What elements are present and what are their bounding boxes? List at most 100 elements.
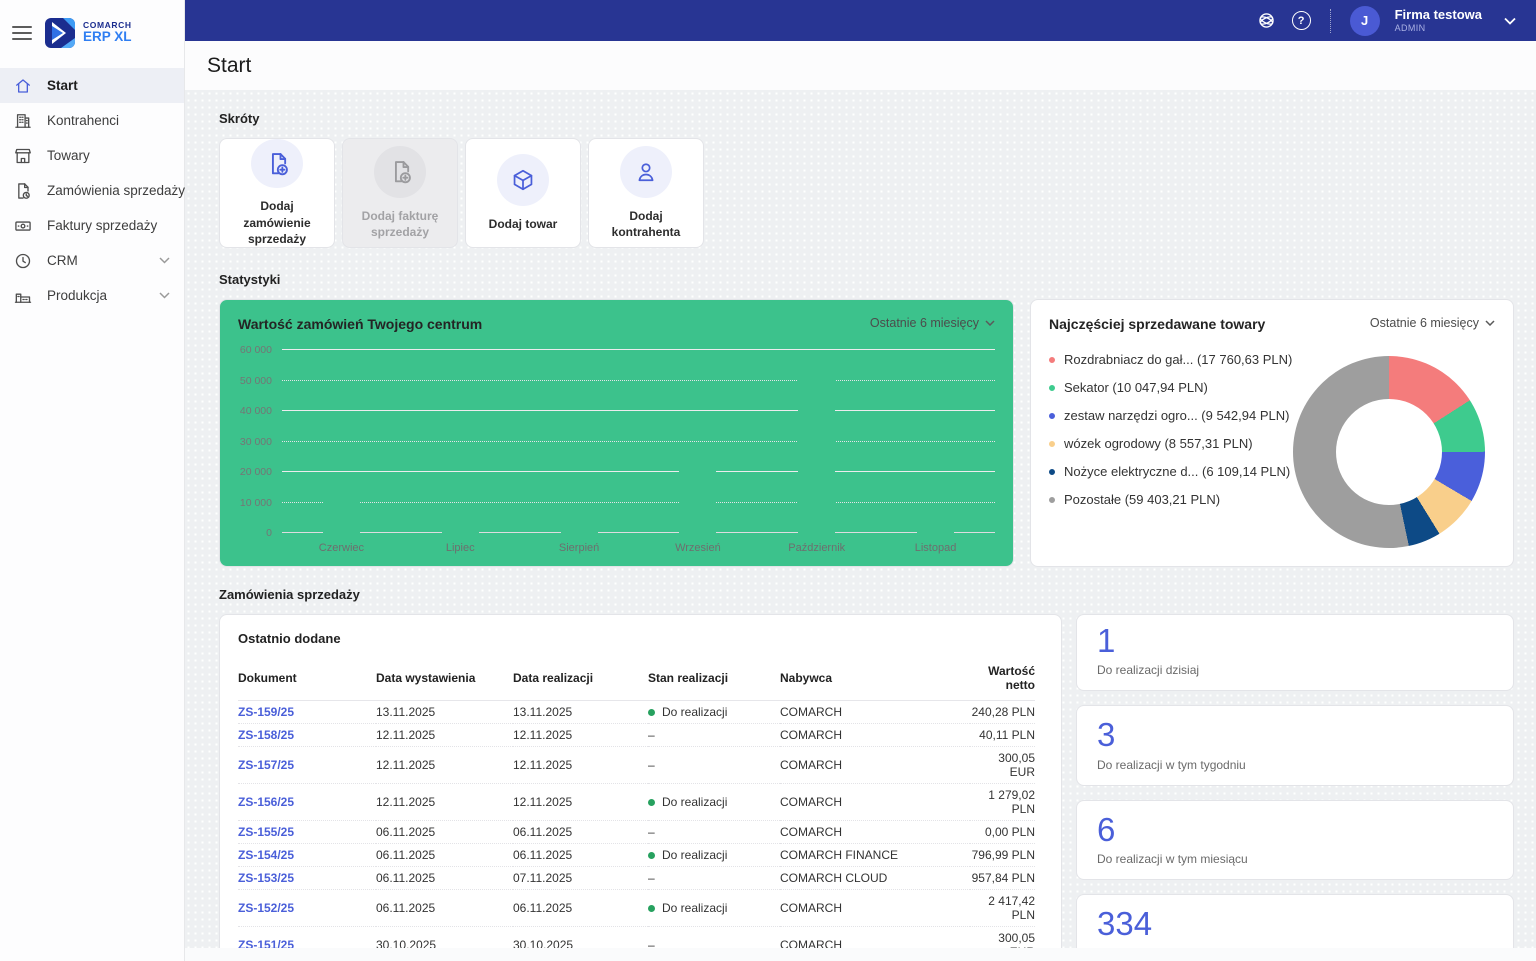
sidebar-item-crm[interactable]: CRM [0, 243, 184, 278]
document-link[interactable]: ZS-152/25 [238, 901, 294, 915]
sidebar-item-label: Kontrahenci [47, 113, 119, 128]
period-label: Ostatnie 6 miesięcy [1370, 316, 1479, 330]
stat-value: 1 [1097, 620, 1493, 661]
document-link[interactable]: ZS-155/25 [238, 825, 294, 839]
x-tick-label: Wrzesień [638, 542, 757, 554]
issue-date: 06.11.2025 [376, 890, 513, 927]
donut-hole [1336, 399, 1442, 505]
topbar: ? J Firma testowa ADMIN [185, 0, 1536, 41]
sidebar-nav: Start Kontrahenci Towary Zamówienia sprzeda… [0, 68, 184, 313]
period-label: Ostatnie 6 miesięcy [870, 316, 979, 330]
realization-date: 06.11.2025 [513, 890, 648, 927]
buyer: COMARCH [780, 784, 970, 821]
legend-item: Nożyce elektryczne d... (6 109,14 PLN) [1049, 464, 1293, 479]
legend-ring-icon [1049, 385, 1055, 391]
table-row: ZS-154/2506.11.202506.11.2025Do realizac… [238, 844, 1035, 867]
help-icon[interactable]: ? [1292, 11, 1311, 30]
sidebar-item-label: CRM [47, 253, 78, 268]
issue-date: 06.11.2025 [376, 867, 513, 890]
net-value: 300,05 EUR [970, 747, 1035, 784]
recent-orders-card: Ostatnio dodane DokumentData wystawienia… [219, 614, 1062, 961]
avatar[interactable]: J [1350, 6, 1380, 36]
x-tick-label: Lipiec [401, 542, 520, 554]
net-value: 957,84 PLN [970, 867, 1035, 890]
sidebar-item-zam-wienia-sprzeda-y[interactable]: Zamówienia sprzedaży [0, 173, 184, 208]
issue-date: 13.11.2025 [376, 701, 513, 724]
sidebar-item-start[interactable]: Start [0, 68, 184, 103]
chevron-down-icon[interactable] [1504, 17, 1516, 25]
x-tick-label: Czerwiec [282, 542, 401, 554]
chevron-down-icon[interactable] [159, 257, 170, 264]
status-cell: – [648, 724, 780, 747]
document-link[interactable]: ZS-159/25 [238, 705, 294, 719]
net-value: 240,28 PLN [970, 701, 1035, 724]
bar-wrzesień [679, 459, 716, 533]
x-tick-label: Listopad [876, 542, 995, 554]
recent-orders-title: Ostatnio dodane [238, 631, 1035, 646]
sidebar-item-towary[interactable]: Towary [0, 138, 184, 173]
main-content: Skróty Dodaj zamówienie sprzedażyDodaj f… [185, 90, 1536, 961]
buyer: COMARCH [780, 724, 970, 747]
shortcut-dodaj-towar[interactable]: Dodaj towar [465, 138, 581, 248]
shortcut-dodaj-kontrahenta[interactable]: Dodaj kontrahenta [588, 138, 704, 248]
stat-card-do-realizacji-dzisiaj: 1 Do realizacji dzisiaj [1076, 614, 1514, 691]
sidebar-item-label: Faktury sprzedaży [47, 218, 157, 233]
sidebar-item-faktury-sprzeda-y[interactable]: Faktury sprzedaży [0, 208, 184, 243]
top-products-chart-card: Najczęściej sprzedawane towary Ostatnie … [1030, 299, 1514, 567]
sidebar-item-produkcja[interactable]: Produkcja [0, 278, 184, 313]
legend-label: Sekator (10 047,94 PLN) [1064, 380, 1208, 395]
legend-ring-icon [1049, 441, 1055, 447]
legend-ring-icon [1049, 413, 1055, 419]
stat-value: 334 [1097, 903, 1493, 944]
sidebar-item-label: Towary [47, 148, 90, 163]
status-label: Do realizacji [662, 705, 727, 719]
stat-label: Do realizacji dzisiaj [1097, 663, 1493, 677]
column-header: Data realizacji [513, 660, 648, 701]
document-link[interactable]: ZS-158/25 [238, 728, 294, 742]
y-tick-label: 20 000 [240, 466, 272, 478]
legend-label: Rozdrabniacz do gał... (17 760,63 PLN) [1064, 352, 1292, 367]
user-menu[interactable]: Firma testowa ADMIN [1395, 8, 1482, 33]
pie-chart-period-select[interactable]: Ostatnie 6 miesięcy [1370, 316, 1495, 330]
pie-chart-title: Najczęściej sprzedawane towary [1049, 316, 1265, 332]
apps-globe-icon[interactable] [1255, 9, 1279, 33]
table-row: ZS-158/2512.11.202512.11.2025–COMARCH40,… [238, 724, 1035, 747]
home-icon [13, 76, 33, 96]
column-header: Data wystawienia [376, 660, 513, 701]
net-value: 40,11 PLN [970, 724, 1035, 747]
y-tick-label: 30 000 [240, 436, 272, 448]
table-row: ZS-157/2512.11.202512.11.2025–COMARCH300… [238, 747, 1035, 784]
invoice-icon [13, 216, 33, 236]
document-link[interactable]: ZS-154/25 [238, 848, 294, 862]
bar-październik [798, 361, 835, 533]
legend-ring-icon [1049, 497, 1055, 503]
buyer: COMARCH [780, 701, 970, 724]
shortcut-dodaj-zamówienie-sprzedaży[interactable]: Dodaj zamówienie sprzedaży [219, 138, 335, 248]
chevron-down-icon[interactable] [159, 292, 170, 299]
user-role: ADMIN [1395, 23, 1482, 33]
document-plus-icon [374, 146, 426, 198]
bar-chart-period-select[interactable]: Ostatnie 6 miesięcy [870, 316, 995, 330]
legend-item: wózek ogrodowy (8 557,31 PLN) [1049, 436, 1293, 451]
legend-ring-icon [1049, 357, 1055, 363]
table-row: ZS-153/2506.11.202507.11.2025–COMARCH CL… [238, 867, 1035, 890]
sidebar-item-kontrahenci[interactable]: Kontrahenci [0, 103, 184, 138]
comarch-logo: COMARCH ERP XL [45, 18, 132, 48]
bar-chart-plot [282, 350, 995, 533]
brand-product: ERP XL [83, 30, 132, 44]
issue-date: 06.11.2025 [376, 844, 513, 867]
net-value: 2 417,42 PLN [970, 890, 1035, 927]
buyer: COMARCH FINANCE [780, 844, 970, 867]
realization-date: 13.11.2025 [513, 701, 648, 724]
table-row: ZS-152/2506.11.202506.11.2025Do realizac… [238, 890, 1035, 927]
issue-date: 12.11.2025 [376, 747, 513, 784]
production-icon [13, 286, 33, 306]
document-link[interactable]: ZS-157/25 [238, 758, 294, 772]
store-icon [13, 146, 33, 166]
section-orders-label: Zamówienia sprzedaży [219, 587, 1514, 602]
stat-label: Do realizacji w tym miesiącu [1097, 852, 1493, 866]
issue-date: 12.11.2025 [376, 724, 513, 747]
document-link[interactable]: ZS-156/25 [238, 795, 294, 809]
menu-toggle-icon[interactable] [12, 26, 32, 40]
document-link[interactable]: ZS-153/25 [238, 871, 294, 885]
